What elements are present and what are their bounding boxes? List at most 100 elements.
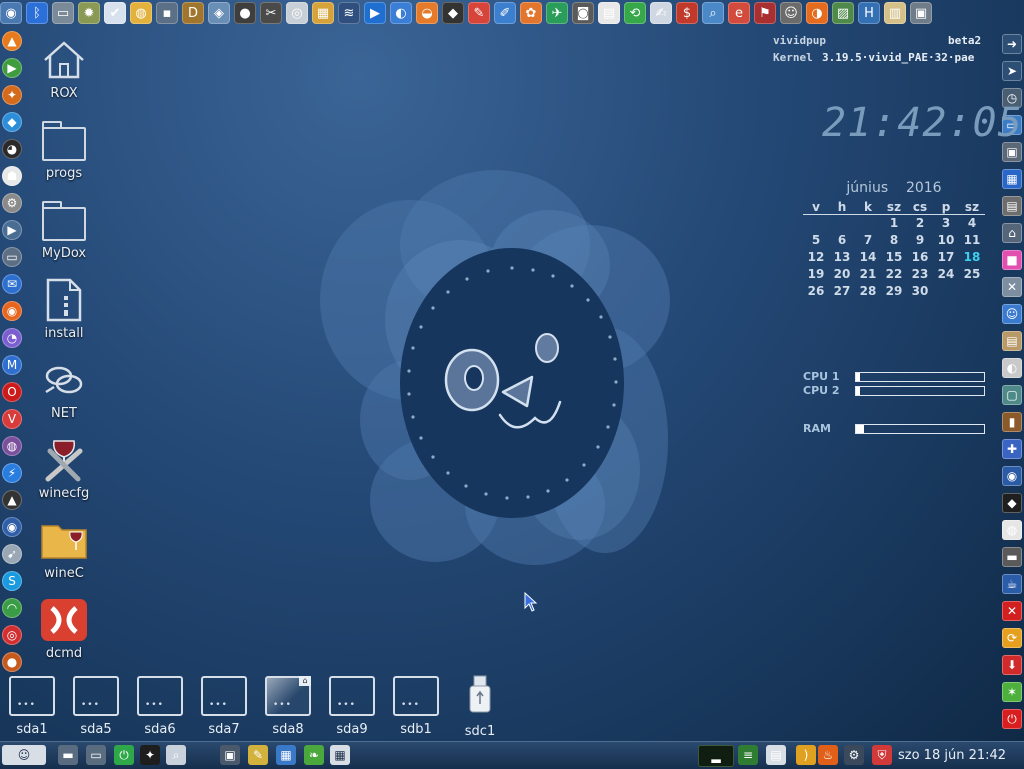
snes-icon[interactable]: ◍ bbox=[1002, 520, 1022, 540]
desktop-icon-winec[interactable]: wineC bbox=[29, 516, 99, 581]
leaf-icon[interactable]: ❧ bbox=[304, 745, 324, 765]
drive-icon[interactable]: ▬ bbox=[1002, 547, 1022, 567]
menu-button-icon[interactable]: ☺ bbox=[2, 745, 46, 765]
pidgin-icon[interactable]: ◔ bbox=[2, 328, 22, 348]
logout-icon[interactable]: ➜ bbox=[1002, 34, 1022, 54]
maxthon-icon[interactable]: M bbox=[2, 355, 22, 375]
chip-icon[interactable]: ▣ bbox=[910, 2, 932, 24]
tools-icon[interactable]: ⚙ bbox=[2, 193, 22, 213]
kodi-icon[interactable]: ◆ bbox=[2, 112, 22, 132]
floppy-icon[interactable]: ▪ bbox=[156, 2, 178, 24]
graph-icon[interactable]: ≋ bbox=[338, 2, 360, 24]
tools-icon[interactable]: ✂ bbox=[260, 2, 282, 24]
cpu-graph-icon[interactable]: ▂ bbox=[698, 745, 734, 767]
monitor-icon[interactable]: ▢ bbox=[1002, 385, 1022, 405]
diamond-icon[interactable]: ◆ bbox=[1002, 493, 1022, 513]
plane-icon[interactable]: ✈ bbox=[546, 2, 568, 24]
close-icon[interactable]: ✕ bbox=[1002, 601, 1022, 621]
update-icon[interactable]: ⚙ bbox=[844, 745, 864, 765]
vlc-icon[interactable]: ▲ bbox=[2, 31, 22, 51]
check-icon[interactable]: ✔ bbox=[104, 2, 126, 24]
skype-icon[interactable]: S bbox=[2, 571, 22, 591]
book-icon[interactable]: ▥ bbox=[884, 2, 906, 24]
wifi-icon[interactable]: ) bbox=[796, 745, 816, 765]
desktop-icon-mydox[interactable]: MyDox bbox=[29, 196, 99, 261]
runner-icon[interactable]: ✦ bbox=[140, 745, 160, 765]
network-icon[interactable]: ◐ bbox=[390, 2, 412, 24]
dollar-icon[interactable]: $ bbox=[676, 2, 698, 24]
disc-icon[interactable]: ◐ bbox=[1002, 358, 1022, 378]
drive-sda8[interactable]: ⌂ ••• sda8 bbox=[258, 674, 318, 737]
ghost-icon[interactable]: ☗ bbox=[2, 166, 22, 186]
refresh-icon[interactable]: ⟲ bbox=[624, 2, 646, 24]
desktop-icon-rox[interactable]: ROX bbox=[29, 36, 99, 101]
webcam-icon[interactable]: ● bbox=[234, 2, 256, 24]
drive-icon[interactable]: ▭ bbox=[52, 2, 74, 24]
screenshot-icon[interactable]: ◉ bbox=[0, 2, 22, 24]
blender-icon[interactable]: ◒ bbox=[416, 2, 438, 24]
anchor-icon[interactable]: ✦ bbox=[2, 85, 22, 105]
desktop-icon-winecfg[interactable]: winecfg bbox=[29, 436, 99, 501]
taskbar-clock[interactable]: szo 18 jún 21:42 bbox=[898, 748, 1006, 763]
thunderbird-icon[interactable]: ✉ bbox=[2, 274, 22, 294]
h2-icon[interactable]: H bbox=[858, 2, 880, 24]
tor-icon[interactable]: ◍ bbox=[2, 436, 22, 456]
dosbox-icon[interactable]: D bbox=[182, 2, 204, 24]
messenger-icon[interactable]: ⚡ bbox=[2, 463, 22, 483]
browser-icon[interactable]: ◑ bbox=[806, 2, 828, 24]
sparkle-icon[interactable]: ✶ bbox=[1002, 682, 1022, 702]
rocket-icon[interactable]: ➹ bbox=[2, 544, 22, 564]
penguin-icon[interactable]: ◕ bbox=[2, 139, 22, 159]
chart-icon[interactable]: ▨ bbox=[832, 2, 854, 24]
power-icon[interactable]: ⏻ bbox=[1002, 709, 1022, 729]
rss-icon[interactable]: ◠ bbox=[2, 598, 22, 618]
grid-icon[interactable]: ▦ bbox=[330, 745, 350, 765]
network-status-icon[interactable]: ≡ bbox=[738, 745, 758, 765]
desktop-icon-progs[interactable]: progs bbox=[29, 116, 99, 181]
flag-icon[interactable]: ⚑ bbox=[754, 2, 776, 24]
inkscape-icon[interactable]: ◆ bbox=[442, 2, 464, 24]
globe-icon[interactable]: ◉ bbox=[1002, 466, 1022, 486]
play-icon[interactable]: ▶ bbox=[2, 58, 22, 78]
drive-sda9[interactable]: ••• sda9 bbox=[322, 674, 382, 737]
paint-icon[interactable]: ✐ bbox=[494, 2, 516, 24]
monitor-icon[interactable]: ▭ bbox=[2, 247, 22, 267]
pencils-icon[interactable]: ✎ bbox=[468, 2, 490, 24]
triangle-icon[interactable]: ▲ bbox=[2, 490, 22, 510]
camera-icon[interactable]: ◙ bbox=[572, 2, 594, 24]
firewall-icon[interactable]: ♨ bbox=[818, 745, 838, 765]
film-icon[interactable]: ▦ bbox=[312, 2, 334, 24]
desktop-icon-net[interactable]: NET bbox=[29, 356, 99, 421]
eye-icon[interactable]: ◎ bbox=[286, 2, 308, 24]
desktop-icon-dcmd[interactable]: dcmd bbox=[29, 596, 99, 661]
drive-sda1[interactable]: ••• sda1 bbox=[2, 674, 62, 737]
calculator-icon[interactable]: ▦ bbox=[276, 745, 296, 765]
power-icon[interactable]: ⏻ bbox=[114, 745, 134, 765]
sun-settings-icon[interactable]: ✹ bbox=[78, 2, 100, 24]
desktop-icon-install[interactable]: install bbox=[29, 276, 99, 341]
lifebuoy-icon[interactable]: ◎ bbox=[2, 625, 22, 645]
magnifier-icon[interactable]: ⌕ bbox=[702, 2, 724, 24]
xara-icon[interactable]: ✿ bbox=[520, 2, 542, 24]
bluetooth-icon[interactable]: ᛒ bbox=[26, 2, 48, 24]
printer-icon[interactable]: ▤ bbox=[1002, 196, 1022, 216]
doc-icon[interactable]: ▤ bbox=[1002, 331, 1022, 351]
firefox-icon[interactable]: ◉ bbox=[2, 301, 22, 321]
notes-icon[interactable]: ✍ bbox=[650, 2, 672, 24]
opera-icon[interactable]: O bbox=[2, 382, 22, 402]
pup-icon[interactable]: ☺ bbox=[780, 2, 802, 24]
puzzle-icon[interactable]: ✚ bbox=[1002, 439, 1022, 459]
network-icon[interactable]: ⌂ bbox=[1002, 223, 1022, 243]
wrench-icon[interactable]: ✕ bbox=[1002, 277, 1022, 297]
face-icon[interactable]: ☺ bbox=[1002, 304, 1022, 324]
vivaldi-icon[interactable]: V bbox=[2, 409, 22, 429]
drive-sdc1[interactable]: sdc1 bbox=[450, 674, 510, 739]
drive-sda6[interactable]: ••• sda6 bbox=[130, 674, 190, 737]
broom-icon[interactable]: ✎ bbox=[248, 745, 268, 765]
orb-icon[interactable]: ● bbox=[2, 652, 22, 672]
cube-icon[interactable]: ◈ bbox=[208, 2, 230, 24]
earth-icon[interactable]: ◉ bbox=[2, 517, 22, 537]
media-player-icon[interactable]: ▶ bbox=[364, 2, 386, 24]
paint-icon[interactable]: ■ bbox=[1002, 250, 1022, 270]
drive-sda5[interactable]: ••• sda5 bbox=[66, 674, 126, 737]
